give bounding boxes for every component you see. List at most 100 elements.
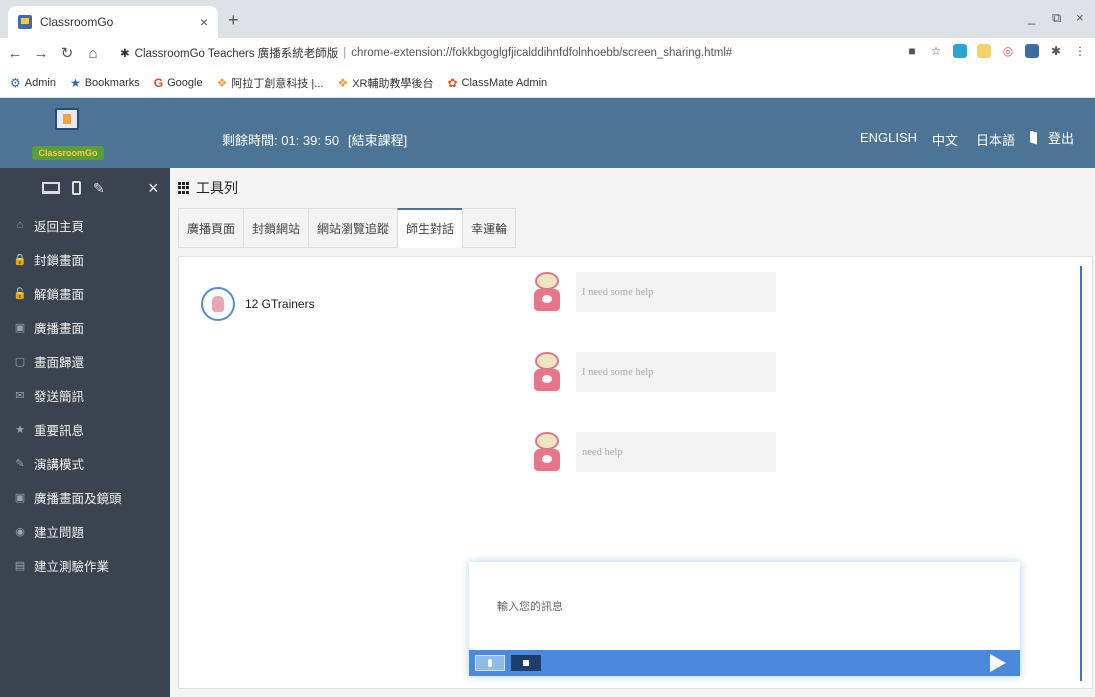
address-bar[interactable]: ✱ ClassroomGo Teachers 廣播系統老師版 | chrome-…	[120, 42, 880, 64]
bookmark-aladdin[interactable]: ❖ 阿拉丁創意科技 |...	[217, 75, 324, 91]
quiz-icon: ▤	[14, 559, 26, 572]
chat-message: I need some help	[524, 349, 776, 395]
home-icon[interactable]: ⌂	[82, 45, 104, 62]
laptop-icon[interactable]	[42, 182, 60, 194]
send-icon[interactable]	[990, 654, 1006, 672]
bookmarks-bar: ⚙ Admin ★ Bookmarks G Google ❖ 阿拉丁創意科技 |... …	[0, 68, 1095, 98]
logout-door-icon	[1030, 130, 1037, 145]
extension-classroomgo-icon[interactable]	[1025, 44, 1039, 58]
sidebar-close-icon[interactable]: ×	[148, 178, 159, 199]
lang-japanese-button[interactable]: 日本語	[976, 130, 1015, 149]
phone-icon[interactable]	[72, 181, 81, 195]
main-content: 工具列 廣播頁面 封鎖網站 網站瀏覽追蹤 師生對話 幸運輪 12 GTrainers I…	[170, 168, 1095, 697]
scrollbar[interactable]	[1080, 266, 1082, 681]
star-icon: ★	[15, 423, 25, 436]
aladdin-icon: ❖	[216, 75, 228, 90]
sidebar-item-label: 返回主頁	[34, 219, 85, 234]
extension-pink-icon[interactable]: ◎	[1001, 44, 1015, 58]
sidebar-item-label: 解鎖畫面	[34, 287, 85, 302]
bookmark-admin[interactable]: ⚙ Admin	[10, 76, 56, 90]
extension-icons: ■ ☆ ◎ ✱ ⋮	[905, 44, 1087, 58]
tab-close-icon[interactable]: ×	[200, 14, 208, 30]
sidebar-top: ✎ ×	[0, 168, 170, 208]
site-name: ClassroomGo Teachers 廣播系統老師版	[134, 48, 339, 60]
remaining-time: 剩餘時間: 01: 39: 50	[222, 133, 340, 148]
lang-english-button[interactable]: ENGLISH	[860, 130, 917, 145]
app-header: ClassroomGo 剩餘時間: 01: 39: 50 [結束課程] ENGL…	[0, 98, 1095, 168]
student-avatar	[201, 287, 235, 321]
bookmark-label: 阿拉丁創意科技 |...	[231, 77, 324, 90]
cast-icon[interactable]: ■	[905, 44, 919, 58]
sidebar-item[interactable]: ▤ 建立測驗作業	[0, 548, 170, 582]
tab[interactable]: 廣播頁面	[178, 208, 244, 248]
sidebar-item-label: 發送簡訊	[34, 389, 85, 404]
forward-icon[interactable]: →	[30, 45, 52, 62]
toolbar-heading: 工具列	[178, 178, 238, 198]
unlock-icon: 🔓	[13, 287, 27, 300]
tab[interactable]: 幸運輪	[462, 208, 517, 248]
tab[interactable]: 師生對話	[397, 208, 463, 248]
sheep-avatar-icon	[524, 429, 570, 475]
sidebar-item[interactable]: 🔓 解鎖畫面	[0, 276, 170, 310]
back-icon[interactable]: ←	[4, 45, 26, 62]
extensions-puzzle-icon[interactable]: ✱	[1049, 44, 1063, 58]
end-class-button[interactable]: [結束課程]	[348, 130, 407, 149]
bookmark-xr[interactable]: ❖ XR輔助教學後台	[337, 75, 433, 91]
pen-icon: ✎	[15, 457, 25, 470]
bookmark-label: Admin	[24, 76, 56, 89]
chat-message: I need some help	[524, 269, 776, 315]
browser-tab[interactable]: ClassroomGo ×	[8, 6, 218, 38]
bookmark-star-icon[interactable]: ☆	[929, 44, 943, 58]
student-entry[interactable]: 12 GTrainers	[201, 287, 315, 321]
tab[interactable]: 封鎖網站	[243, 208, 309, 248]
sidebar-item[interactable]: ⌂ 返回主頁	[0, 208, 170, 242]
bookmark-google[interactable]: G Google	[154, 76, 203, 90]
chat-message: need help	[524, 429, 776, 475]
sidebar: ✎ × ⌂ 返回主頁 🔒 封鎖畫面 🔓 解鎖畫面 ▣ 廣播畫面 ▢ 畫面歸還 ✉ 發送簡訊 ★ 重要訊息 ✎…	[0, 168, 170, 697]
extension-blue-icon[interactable]	[953, 44, 967, 58]
bookmark-label: Google	[167, 76, 203, 89]
bookmark-bookmarks[interactable]: ★ Bookmarks	[70, 76, 140, 90]
extension-puzzle-icon: ✱	[120, 48, 130, 60]
sidebar-item[interactable]: ▣ 廣播畫面及鏡頭	[0, 480, 170, 514]
close-window-button[interactable]: ×	[1076, 10, 1084, 25]
tab-title: ClassroomGo	[40, 15, 114, 29]
restore-button[interactable]: ⧉	[1052, 10, 1061, 26]
sidebar-item[interactable]: ✉ 發送簡訊	[0, 378, 170, 412]
message-composer[interactable]: 輸入您的訊息	[469, 562, 1020, 676]
minimize-button[interactable]: _	[1028, 10, 1035, 25]
sidebar-menu: ⌂ 返回主頁 🔒 封鎖畫面 🔓 解鎖畫面 ▣ 廣播畫面 ▢ 畫面歸還 ✉ 發送簡訊 ★ 重要訊息 ✎ 演講模式…	[0, 208, 170, 582]
logout-button[interactable]: 登出	[1030, 128, 1074, 147]
message-icon: ✉	[15, 389, 25, 402]
google-icon: G	[153, 75, 164, 90]
broadcast-icon: ▣	[14, 321, 26, 334]
student-name: 12 GTrainers	[245, 297, 315, 311]
menu-kebab-icon[interactable]: ⋮	[1073, 44, 1087, 58]
grid-icon	[178, 182, 190, 194]
star-icon: ★	[69, 75, 81, 90]
sidebar-item[interactable]: ▣ 廣播畫面	[0, 310, 170, 344]
sidebar-item-label: 演講模式	[34, 457, 85, 472]
new-tab-button[interactable]: +	[228, 10, 239, 31]
sidebar-item[interactable]: ▢ 畫面歸還	[0, 344, 170, 378]
lang-chinese-button[interactable]: 中文	[932, 130, 958, 149]
message-bubble: I need some help	[576, 272, 776, 312]
browser-tab-strip: ClassroomGo × + _ ⧉ ×	[0, 0, 1095, 38]
sidebar-item[interactable]: ★ 重要訊息	[0, 412, 170, 446]
tab[interactable]: 網站瀏覽追蹤	[308, 208, 398, 248]
extension-yellow-icon[interactable]	[977, 44, 991, 58]
message-input[interactable]: 輸入您的訊息	[497, 598, 563, 614]
bookmark-classmate[interactable]: ✿ ClassMate Admin	[447, 76, 547, 90]
microphone-button[interactable]	[475, 655, 505, 671]
sidebar-item[interactable]: ◉ 建立問題	[0, 514, 170, 548]
home-icon: ⌂	[16, 219, 24, 231]
reload-icon[interactable]: ↻	[56, 44, 78, 62]
classroomgo-logo: ClassroomGo	[22, 106, 112, 162]
monitor-icon: ▢	[14, 355, 26, 368]
sidebar-item[interactable]: ✎ 演講模式	[0, 446, 170, 480]
pin-icon[interactable]: ✎	[93, 180, 105, 197]
stop-button[interactable]	[511, 655, 541, 671]
sidebar-item-label: 建立測驗作業	[34, 559, 110, 574]
sidebar-item[interactable]: 🔒 封鎖畫面	[0, 242, 170, 276]
sidebar-item-label: 封鎖畫面	[34, 253, 85, 268]
